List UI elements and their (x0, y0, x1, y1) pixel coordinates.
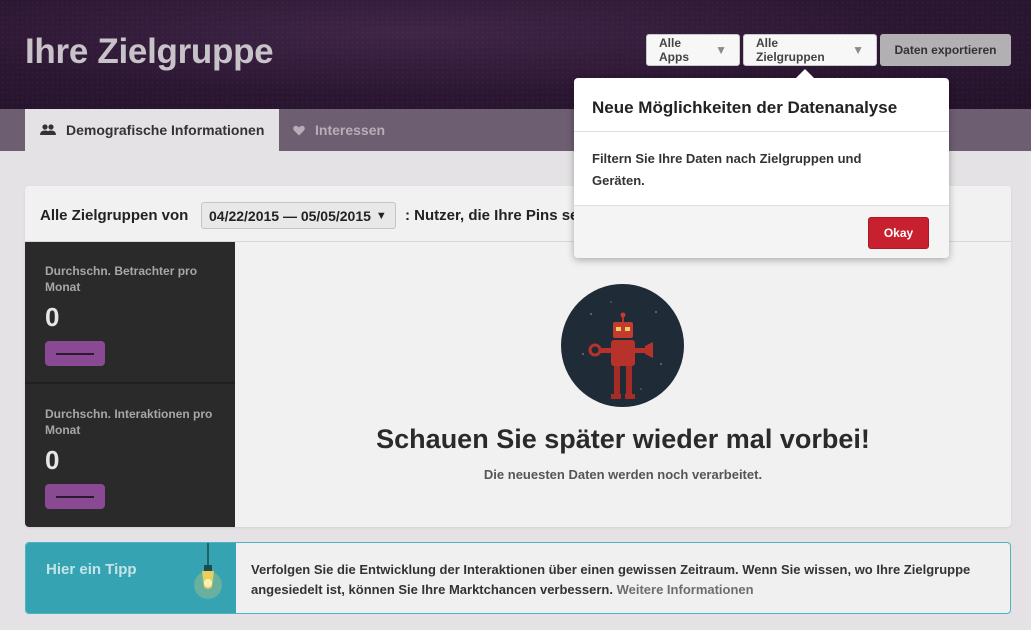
caret-down-icon: ▼ (715, 43, 727, 57)
okay-button[interactable]: Okay (868, 217, 929, 249)
metric-avg-viewers: Durchschn. Betrachter pro Monat 0 (25, 242, 235, 384)
apps-filter-label: Alle Apps (659, 36, 689, 64)
caret-down-icon: ▼ (852, 43, 864, 57)
metric-label: Durchschn. Interaktionen pro Monat (45, 407, 213, 437)
users-icon (40, 124, 56, 135)
apps-filter-dropdown[interactable]: Alle Apps ▼ (646, 34, 740, 66)
popover-divider (574, 131, 949, 132)
robot-illustration-icon (561, 284, 684, 407)
metric-avg-interactions: Durchschn. Interaktionen pro Monat 0 (25, 385, 235, 527)
summary-prefix: Alle Zielgruppen von (40, 207, 189, 224)
popover-footer: Okay (574, 205, 949, 258)
popover-title: Neue Möglichkeiten der Datenanalyse (592, 98, 898, 117)
metric-value: 0 (45, 302, 60, 332)
audience-filter-dropdown[interactable]: Alle Zielgruppen ▼ (743, 34, 877, 66)
tip-body: Verfolgen Sie die Entwicklung der Intera… (251, 560, 991, 600)
metric-label: Durchschn. Betrachter pro Monat (45, 264, 198, 294)
feature-popover: Neue Möglichkeiten der Datenanalyse Filt… (574, 69, 949, 258)
tab-interests-label: Interessen (315, 122, 386, 138)
caret-down-icon: ▼ (375, 209, 387, 222)
empty-state-title: Schauen Sie später wieder mal vorbei! (376, 424, 870, 454)
summary-suffix: : Nutzer, die Ihre Pins se (405, 207, 579, 224)
tab-demographics-label: Demografische Informationen (66, 122, 265, 138)
lightbulb-icon (194, 543, 222, 599)
empty-state-subtitle: Die neuesten Daten werden noch verarbeit… (483, 467, 763, 482)
tip-header: Hier ein Tipp (26, 543, 236, 613)
more-info-link[interactable]: Weitere Informationen (617, 582, 754, 597)
heart-icon (293, 125, 305, 135)
metric-change-badge (45, 484, 105, 509)
metric-value: 0 (45, 445, 60, 475)
date-range-picker[interactable]: 04/22/2015 — 05/05/2015 ▼ (201, 202, 396, 229)
popover-body: Filtern Sie Ihre Daten nach Zielgruppen … (592, 151, 862, 188)
audience-filter-label: Alle Zielgruppen (756, 36, 825, 64)
empty-state: Schauen Sie später wieder mal vorbei! Di… (235, 242, 1011, 527)
date-range-value: 04/22/2015 — 05/05/2015 (209, 207, 371, 224)
tip-title: Hier ein Tipp (46, 561, 137, 578)
tip-text: Verfolgen Sie die Entwicklung der Intera… (251, 562, 971, 597)
metric-change-badge (45, 341, 105, 366)
page-title: Ihre Zielgruppe (25, 32, 274, 71)
tab-interests[interactable]: Interessen (279, 109, 385, 151)
metrics-sidebar: Durchschn. Betrachter pro Monat 0 Durchs… (25, 242, 235, 527)
tab-demographics[interactable]: Demografische Informationen (25, 109, 279, 151)
tip-banner: Hier ein Tipp Verfolgen Sie die Entwickl… (25, 542, 1011, 614)
export-data-button[interactable]: Daten exportieren (880, 34, 1011, 66)
